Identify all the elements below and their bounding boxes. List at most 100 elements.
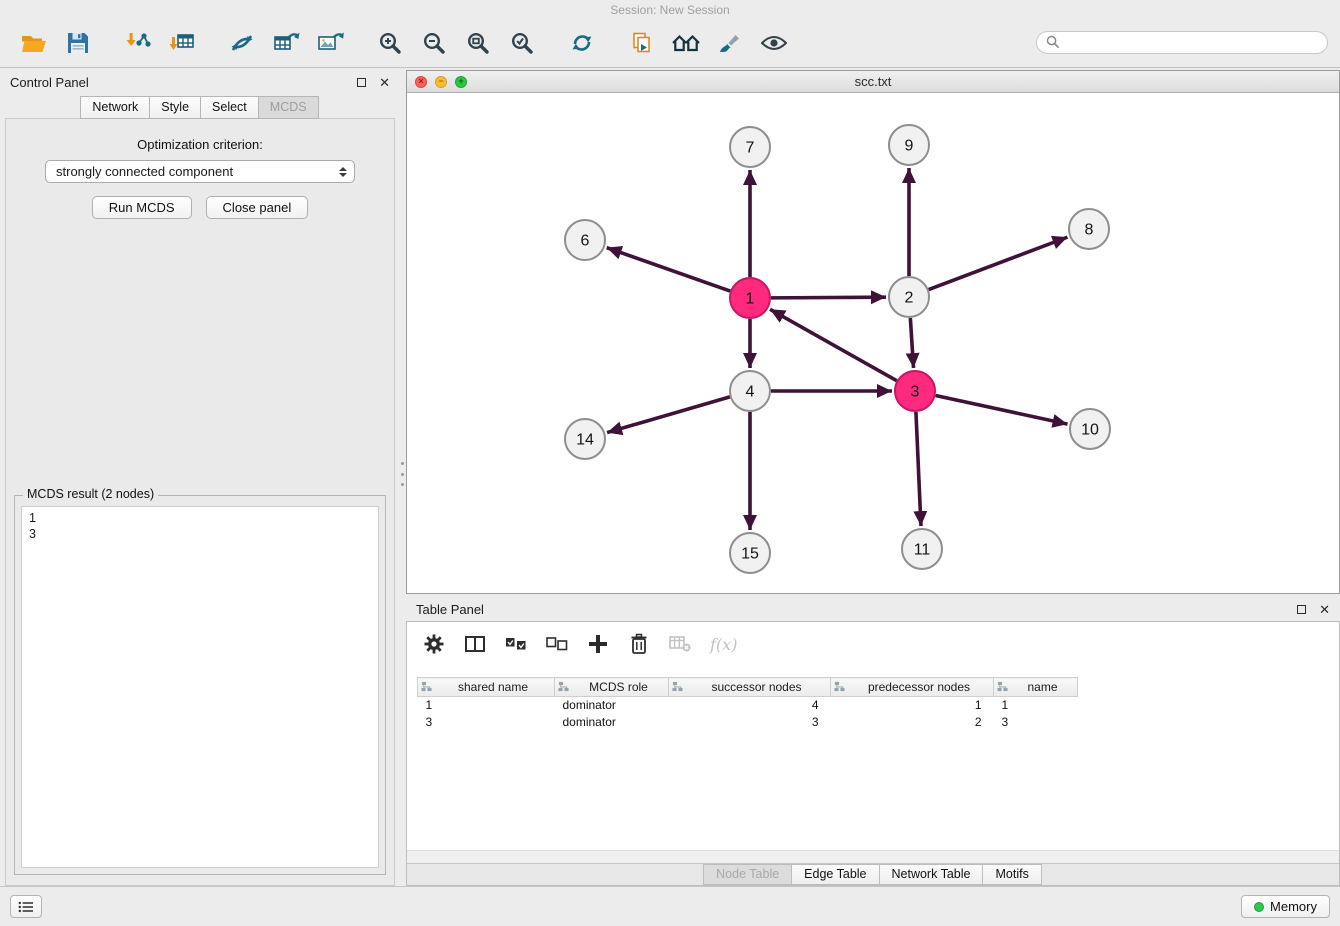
close-panel-button[interactable]: Close panel	[206, 196, 309, 219]
close-panel-icon[interactable]	[379, 76, 390, 89]
graph-edge-1-2[interactable]	[771, 297, 886, 298]
search-input[interactable]	[1036, 31, 1328, 54]
cell-successor_nodes[interactable]: 3	[669, 714, 831, 731]
table-body: 1dominator4113dominator323	[418, 697, 1078, 731]
graph-edge-1-6[interactable]	[607, 248, 730, 291]
export-table-icon[interactable]	[268, 24, 304, 62]
zoom-out-icon[interactable]	[416, 24, 452, 62]
float-panel-icon[interactable]	[357, 78, 366, 87]
horizontal-scrollbar[interactable]	[407, 850, 1339, 863]
column-type-icon	[421, 681, 432, 695]
memory-button-label: Memory	[1270, 899, 1317, 914]
graph-edge-4-14[interactable]	[607, 397, 730, 433]
select-all-rows-icon[interactable]	[505, 631, 527, 657]
column-label: predecessor nodes	[868, 680, 970, 694]
graph-node-label: 8	[1085, 222, 1094, 239]
table-row[interactable]: 1dominator411	[418, 697, 1078, 714]
column-label: successor nodes	[711, 680, 801, 694]
control-panel-tabs: NetworkStyleSelectMCDS	[0, 96, 400, 119]
cell-name[interactable]: 3	[994, 714, 1078, 731]
apply-preferred-layout-icon[interactable]	[564, 24, 600, 62]
import-table-from-file-icon[interactable]	[164, 24, 200, 62]
column-label: shared name	[458, 680, 528, 694]
float-table-panel-icon[interactable]	[1297, 605, 1306, 614]
control-panel-tab-style[interactable]: Style	[149, 96, 201, 119]
home-view-icon[interactable]	[668, 24, 704, 62]
column-header-shared_name[interactable]: shared name	[418, 678, 555, 697]
mcds-result-line: 1	[29, 510, 371, 526]
window-minimize-icon[interactable]: −	[435, 76, 447, 88]
status-bar: Memory	[0, 886, 1340, 926]
column-type-icon	[558, 681, 569, 695]
table-tab-motifs[interactable]: Motifs	[982, 864, 1041, 885]
task-history-button[interactable]	[10, 895, 42, 918]
deselect-all-rows-icon[interactable]	[546, 631, 568, 657]
split-panel-icon[interactable]	[464, 631, 486, 657]
graph-node-label: 7	[746, 140, 755, 157]
control-panel-tab-select[interactable]: Select	[200, 96, 259, 119]
open-file-icon[interactable]	[16, 24, 52, 62]
list-icon	[18, 901, 34, 913]
control-panel-tab-network[interactable]: Network	[80, 96, 150, 119]
cell-shared_name[interactable]: 3	[418, 714, 555, 731]
graph-edge-2-8[interactable]	[929, 237, 1068, 289]
column-header-predecessor_nodes[interactable]: predecessor nodes	[831, 678, 994, 697]
graph-edge-3-1[interactable]	[770, 309, 897, 380]
panel-splitter[interactable]	[399, 462, 406, 486]
cell-predecessor_nodes[interactable]: 2	[831, 714, 994, 731]
cell-successor_nodes[interactable]: 4	[669, 697, 831, 714]
graph-edge-2-3[interactable]	[910, 318, 913, 368]
control-panel-tab-mcds[interactable]: MCDS	[258, 96, 319, 119]
delete-column-icon[interactable]	[628, 631, 650, 657]
table-tab-node-table[interactable]: Node Table	[703, 864, 792, 885]
export-network-icon[interactable]	[624, 24, 660, 62]
apply-style-icon[interactable]	[712, 24, 748, 62]
window-title: Session: New Session	[0, 0, 1340, 18]
table-settings-icon[interactable]	[423, 631, 445, 657]
new-network-icon[interactable]	[224, 24, 260, 62]
table-tab-network-table[interactable]: Network Table	[879, 864, 984, 885]
control-panel-header: Control Panel	[0, 70, 400, 94]
import-network-from-file-icon[interactable]	[120, 24, 156, 62]
mcds-result-line: 3	[29, 526, 371, 542]
zoom-selected-region-icon[interactable]	[504, 24, 540, 62]
table-panel: Table Panel	[406, 597, 1340, 886]
mcds-result-list[interactable]: 13	[21, 506, 379, 868]
table-row[interactable]: 3dominator323	[418, 714, 1078, 731]
column-header-mcds_role[interactable]: MCDS role	[555, 678, 669, 697]
cell-mcds_role[interactable]: dominator	[555, 697, 669, 714]
network-window-title: scc.txt	[407, 74, 1339, 89]
window-zoom-icon[interactable]: +	[455, 76, 467, 88]
graph-edge-3-11[interactable]	[916, 412, 921, 526]
column-header-name[interactable]: name	[994, 678, 1078, 697]
graph-node-label: 4	[746, 384, 755, 401]
export-image-icon[interactable]	[312, 24, 348, 62]
window-close-icon[interactable]: ×	[415, 76, 427, 88]
table-panel-body: f(x) shared name MCDS role successor nodes…	[406, 621, 1340, 886]
table-tab-edge-table[interactable]: Edge Table	[791, 864, 879, 885]
show-graphics-details-icon[interactable]	[756, 24, 792, 62]
run-mcds-button[interactable]: Run MCDS	[92, 196, 192, 219]
table-toolbar: f(x)	[407, 622, 1339, 666]
graph-edge-3-10[interactable]	[936, 395, 1068, 424]
zoom-in-icon[interactable]	[372, 24, 408, 62]
optimization-criterion-select[interactable]: strongly connected component	[45, 160, 355, 183]
cell-mcds_role[interactable]: dominator	[555, 714, 669, 731]
network-window-titlebar[interactable]: × − + scc.txt	[407, 71, 1339, 93]
search-icon	[1046, 35, 1059, 51]
column-label: MCDS role	[589, 680, 648, 694]
column-header-successor_nodes[interactable]: successor nodes	[669, 678, 831, 697]
save-session-icon[interactable]	[60, 24, 96, 62]
cell-name[interactable]: 1	[994, 697, 1078, 714]
cell-shared_name[interactable]: 1	[418, 697, 555, 714]
close-table-panel-icon[interactable]	[1319, 603, 1330, 616]
graph-node-label: 15	[741, 546, 759, 563]
memory-status-icon	[1254, 902, 1264, 912]
zoom-fit-content-icon[interactable]	[460, 24, 496, 62]
network-canvas[interactable]: 7968124314101511	[407, 93, 1339, 593]
memory-button[interactable]: Memory	[1241, 895, 1330, 918]
cell-predecessor_nodes[interactable]: 1	[831, 697, 994, 714]
network-graph[interactable]: 7968124314101511	[407, 93, 1339, 593]
add-column-icon[interactable]	[587, 631, 609, 657]
mcds-result-title: MCDS result (2 nodes)	[23, 487, 158, 501]
